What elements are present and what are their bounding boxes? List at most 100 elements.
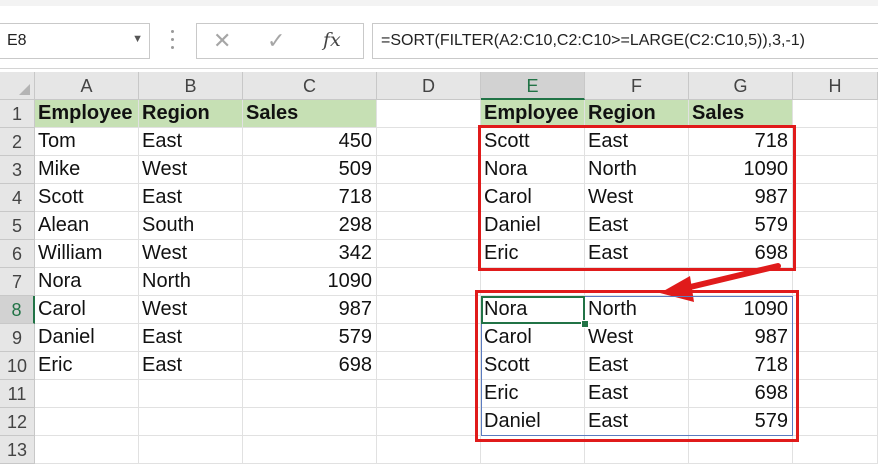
cell-f11[interactable]: East: [585, 380, 689, 408]
cell-e12[interactable]: Daniel: [481, 408, 585, 436]
cell-h11[interactable]: [793, 380, 878, 408]
column-header-b[interactable]: B: [139, 72, 243, 100]
cell-d5[interactable]: [377, 212, 481, 240]
column-header-d[interactable]: D: [377, 72, 481, 100]
row-header-9[interactable]: 9: [0, 324, 35, 352]
cell-b3[interactable]: West: [139, 156, 243, 184]
column-header-a[interactable]: A: [35, 72, 139, 100]
cell-b12[interactable]: [139, 408, 243, 436]
row-header-4[interactable]: 4: [0, 184, 35, 212]
cell-h2[interactable]: [793, 128, 878, 156]
cell-a1[interactable]: Employee: [35, 100, 139, 128]
cell-h7[interactable]: [793, 268, 878, 296]
cell-g9[interactable]: 987: [689, 324, 793, 352]
cell-b10[interactable]: East: [139, 352, 243, 380]
row-header-5[interactable]: 5: [0, 212, 35, 240]
cancel-icon[interactable]: ✕: [213, 28, 231, 54]
cell-d1[interactable]: [377, 100, 481, 128]
cell-b4[interactable]: East: [139, 184, 243, 212]
row-header-3[interactable]: 3: [0, 156, 35, 184]
cell-e11[interactable]: Eric: [481, 380, 585, 408]
cell-g13[interactable]: [689, 436, 793, 464]
cell-b11[interactable]: [139, 380, 243, 408]
cell-d13[interactable]: [377, 436, 481, 464]
cell-e13[interactable]: [481, 436, 585, 464]
cell-f8[interactable]: North: [585, 296, 689, 324]
cell-b7[interactable]: North: [139, 268, 243, 296]
cell-g2[interactable]: 718: [689, 128, 793, 156]
cell-f4[interactable]: West: [585, 184, 689, 212]
cell-g4[interactable]: 987: [689, 184, 793, 212]
cell-h9[interactable]: [793, 324, 878, 352]
cell-h1[interactable]: [793, 100, 878, 128]
cell-f10[interactable]: East: [585, 352, 689, 380]
row-header-10[interactable]: 10: [0, 352, 35, 380]
column-header-g[interactable]: G: [689, 72, 793, 100]
row-header-8[interactable]: 8: [0, 296, 35, 324]
cell-a8[interactable]: Carol: [35, 296, 139, 324]
cell-c8[interactable]: 987: [243, 296, 377, 324]
cell-g8[interactable]: 1090: [689, 296, 793, 324]
cell-c5[interactable]: 298: [243, 212, 377, 240]
cell-f6[interactable]: East: [585, 240, 689, 268]
cell-g7[interactable]: [689, 268, 793, 296]
cell-a2[interactable]: Tom: [35, 128, 139, 156]
cell-f9[interactable]: West: [585, 324, 689, 352]
cell-c11[interactable]: [243, 380, 377, 408]
insert-function-icon[interactable]: fx: [323, 29, 341, 51]
cell-e10[interactable]: Scott: [481, 352, 585, 380]
cell-g3[interactable]: 1090: [689, 156, 793, 184]
cell-a13[interactable]: [35, 436, 139, 464]
cell-e6[interactable]: Eric: [481, 240, 585, 268]
cell-h8[interactable]: [793, 296, 878, 324]
enter-icon[interactable]: ✓: [267, 28, 285, 54]
cell-f1[interactable]: Region: [585, 100, 689, 128]
cell-c12[interactable]: [243, 408, 377, 436]
cell-h3[interactable]: [793, 156, 878, 184]
cell-g11[interactable]: 698: [689, 380, 793, 408]
cell-e7[interactable]: [481, 268, 585, 296]
cell-e5[interactable]: Daniel: [481, 212, 585, 240]
row-header-2[interactable]: 2: [0, 128, 35, 156]
cell-d11[interactable]: [377, 380, 481, 408]
cell-d8[interactable]: [377, 296, 481, 324]
cell-c6[interactable]: 342: [243, 240, 377, 268]
cell-a3[interactable]: Mike: [35, 156, 139, 184]
cell-d2[interactable]: [377, 128, 481, 156]
cell-c2[interactable]: 450: [243, 128, 377, 156]
cell-d3[interactable]: [377, 156, 481, 184]
cell-d10[interactable]: [377, 352, 481, 380]
cell-c10[interactable]: 698: [243, 352, 377, 380]
cell-d9[interactable]: [377, 324, 481, 352]
row-header-7[interactable]: 7: [0, 268, 35, 296]
cell-d12[interactable]: [377, 408, 481, 436]
cell-e4[interactable]: Carol: [481, 184, 585, 212]
cell-b13[interactable]: [139, 436, 243, 464]
row-header-1[interactable]: 1: [0, 100, 35, 128]
name-box[interactable]: E8 ▼: [0, 23, 150, 59]
cell-f7[interactable]: [585, 268, 689, 296]
cell-c13[interactable]: [243, 436, 377, 464]
cell-a5[interactable]: Alean: [35, 212, 139, 240]
cell-g5[interactable]: 579: [689, 212, 793, 240]
column-header-e[interactable]: E: [481, 72, 585, 100]
cell-e1[interactable]: Employee: [481, 100, 585, 128]
cell-f2[interactable]: East: [585, 128, 689, 156]
cell-f13[interactable]: [585, 436, 689, 464]
cell-e2[interactable]: Scott: [481, 128, 585, 156]
cell-c1[interactable]: Sales: [243, 100, 377, 128]
chevron-down-icon[interactable]: ▼: [132, 33, 143, 45]
cell-h4[interactable]: [793, 184, 878, 212]
cell-b6[interactable]: West: [139, 240, 243, 268]
row-header-11[interactable]: 11: [0, 380, 35, 408]
cell-e8[interactable]: Nora: [481, 296, 585, 324]
cell-h13[interactable]: [793, 436, 878, 464]
cell-b9[interactable]: East: [139, 324, 243, 352]
cell-a9[interactable]: Daniel: [35, 324, 139, 352]
cell-a12[interactable]: [35, 408, 139, 436]
cell-d7[interactable]: [377, 268, 481, 296]
cell-h5[interactable]: [793, 212, 878, 240]
cell-g1[interactable]: Sales: [689, 100, 793, 128]
cell-a4[interactable]: Scott: [35, 184, 139, 212]
row-header-6[interactable]: 6: [0, 240, 35, 268]
